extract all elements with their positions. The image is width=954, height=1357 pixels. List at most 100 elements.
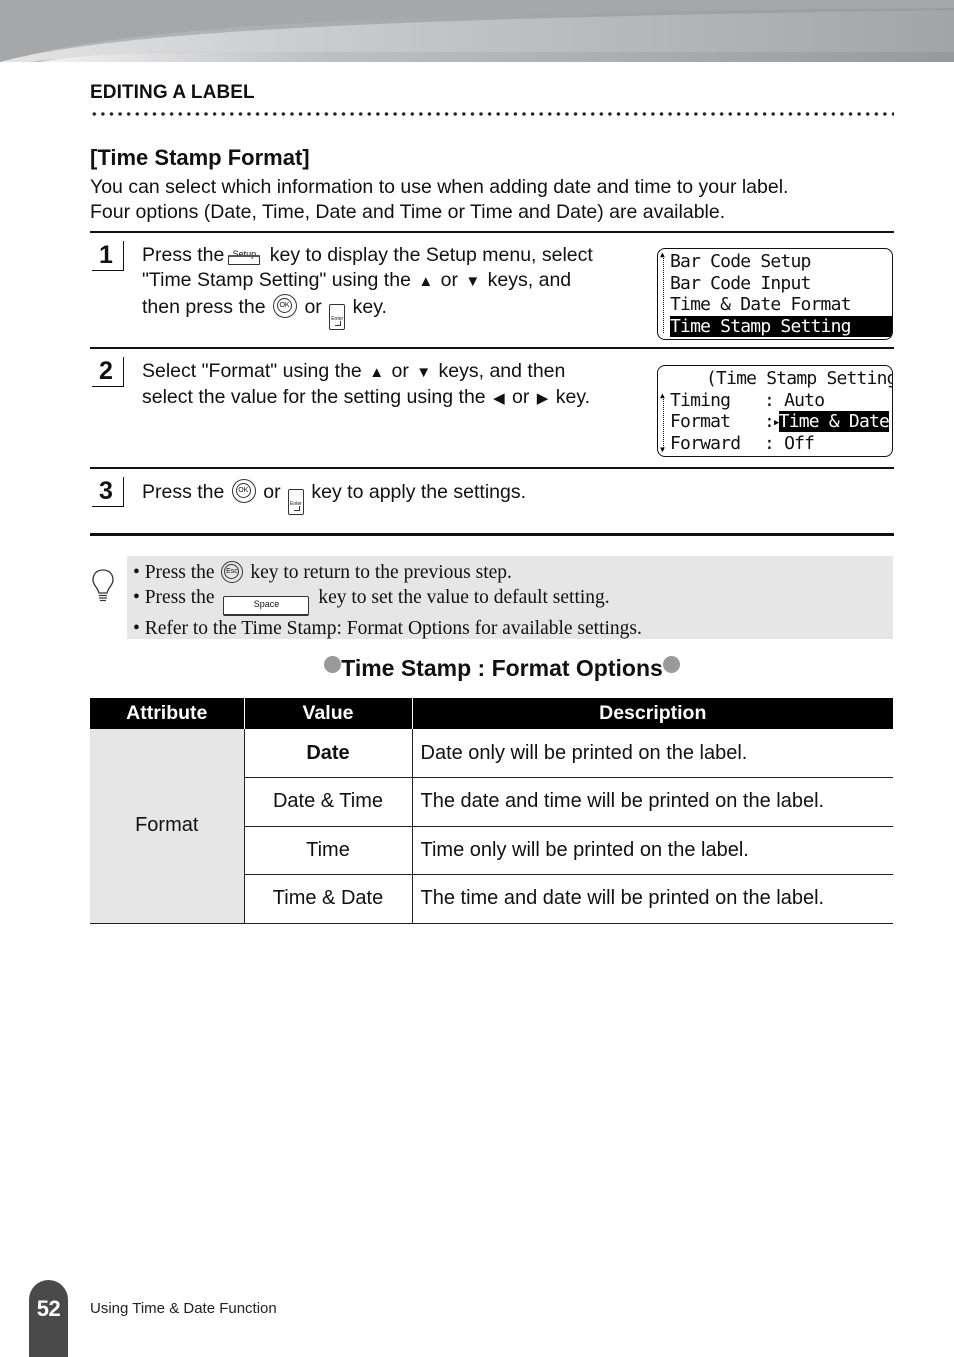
up-arrow-icon: ▲ [418, 273, 434, 290]
dotted-divider [90, 111, 894, 117]
ok-key-icon: OK [273, 294, 298, 318]
lcd-title: (Time Stamp Setting) [706, 368, 893, 389]
description-cell: Time only will be printed on the label. [412, 826, 893, 875]
bullet-dot-icon [662, 656, 680, 673]
text: keys, and then [438, 360, 566, 382]
intro-line: You can select which information to use … [90, 176, 789, 198]
bullet: • [133, 618, 140, 639]
scroll-track [663, 255, 664, 333]
hint-item: • Press the Esc key to return to the pre… [133, 560, 893, 585]
setting-label: Timing [670, 389, 731, 411]
enter-key-icon: Enter [329, 304, 346, 330]
description-cell: The date and time will be printed on the… [412, 777, 893, 827]
lcd-time-stamp-setting: (Time Stamp Setting) ▲ ▼ Timing: Auto Fo… [657, 365, 893, 457]
bullet: • [133, 587, 140, 608]
text: "Time Stamp Setting" using the [142, 269, 411, 291]
column-header: Description [411, 698, 893, 729]
key-label: Esc [224, 564, 240, 579]
value-cell: Time & Date [243, 874, 413, 924]
down-arrow-icon: ▼ [465, 273, 481, 290]
text: or [391, 360, 409, 382]
step-number: 3 [92, 477, 124, 507]
setting-label: Format [670, 411, 731, 432]
lcd-setup-menu: ▲ Bar Code Setup Bar Code Input Time & D… [657, 248, 893, 340]
separator: : [764, 411, 775, 432]
setting-label: Forward [670, 432, 741, 454]
text: or [263, 481, 281, 503]
text: or [440, 269, 458, 291]
page-number-tab: 52 [29, 1280, 68, 1357]
table-header-row: Attribute Value Description [90, 698, 893, 729]
down-arrow-icon: ▼ [416, 364, 432, 381]
intro-line: Four options (Date, Time, Date and Time … [90, 201, 726, 223]
text: key to return to the previous step. [250, 562, 512, 583]
column-header: Attribute [90, 698, 244, 729]
value-cell: Date [243, 729, 413, 778]
text: Select "Format" using the [142, 360, 362, 382]
page-title: [Time Stamp Format] [90, 145, 310, 170]
key-label: OK [235, 483, 251, 498]
section-label: EDITING A LABEL [90, 82, 255, 103]
step-number: 2 [92, 357, 124, 387]
lcd-menu-item: Bar Code Input [670, 272, 811, 294]
text: Press the [142, 244, 225, 266]
esc-key-icon: Esc [221, 561, 244, 583]
bullet: • [133, 562, 140, 583]
header-banner [0, 0, 954, 62]
text: keys, and [487, 269, 572, 291]
text: then press the [142, 296, 266, 318]
hint-item: • Press the Space key to set the value t… [133, 585, 893, 616]
attribute-cell: Format [90, 729, 244, 924]
lightbulb-hint-icon [92, 569, 114, 602]
step-number: 1 [92, 241, 124, 271]
text: key. [555, 386, 591, 408]
value-cell: Date & Time [243, 777, 413, 827]
up-arrow-icon: ▲ [369, 364, 385, 381]
text: select the value for the setting using t… [142, 386, 486, 408]
key-label: OK [277, 298, 293, 313]
step-divider [90, 347, 894, 349]
scroll-down-indicator-icon: ▼ [660, 445, 665, 454]
text: key to apply the settings. [311, 481, 527, 503]
separator: : [764, 389, 775, 411]
text: Press the [142, 481, 225, 503]
table-row: Format Date Date only will be printed on… [90, 729, 893, 924]
cursor-arrow-icon: ▶ [774, 418, 779, 428]
setup-key-icon: Setup [227, 243, 261, 265]
table-heading: Time Stamp : Format Options [0, 655, 954, 682]
lcd-setting-row: Timing: Auto [670, 390, 888, 412]
right-arrow-icon: ▶ [536, 390, 549, 407]
column-header: Value [243, 698, 412, 729]
space-key-icon: Space [223, 596, 310, 616]
step-3-text: Press the OK or Enter key to apply the s… [142, 479, 842, 515]
lcd-setting-row: Forward: Off [670, 433, 888, 455]
lcd-menu-item: Time & Date Format [670, 294, 851, 315]
lcd-menu-item: Bar Code Setup [670, 251, 811, 272]
text: Press the [144, 587, 215, 608]
step-divider [90, 231, 894, 233]
text: key to set the value to default setting. [318, 587, 610, 608]
value-cell: Time [243, 826, 413, 875]
description-cell: The time and date will be printed on the… [412, 874, 893, 924]
ok-key-icon: OK [231, 479, 256, 503]
lcd-menu-item-selected: Time Stamp Setting [670, 315, 892, 337]
text: or [304, 296, 322, 318]
setting-value: Off [784, 432, 815, 454]
text: or [512, 386, 530, 408]
hint-box: • Press the Esc key to return to the pre… [127, 556, 893, 639]
bullet-dot-icon [324, 656, 342, 673]
setting-value: Auto [784, 389, 825, 411]
lcd-setting-row-selected: Format:▶Time & Date [670, 411, 890, 433]
left-arrow-icon: ◀ [493, 390, 505, 407]
description-cell: Date only will be printed on the label. [412, 729, 893, 778]
text: Press the [144, 562, 215, 583]
steps-end-divider [90, 533, 894, 536]
text: key. [352, 296, 387, 318]
chapter-title: Using Time & Date Function [90, 1300, 277, 1317]
text: key to display the Setup menu, select [269, 244, 593, 266]
page-number: 52 [36, 1296, 61, 1321]
setting-value-selected: Time & Date [778, 411, 890, 432]
enter-key-icon: Enter [287, 489, 304, 515]
banner-swoosh [0, 0, 954, 62]
separator: : [764, 432, 775, 454]
